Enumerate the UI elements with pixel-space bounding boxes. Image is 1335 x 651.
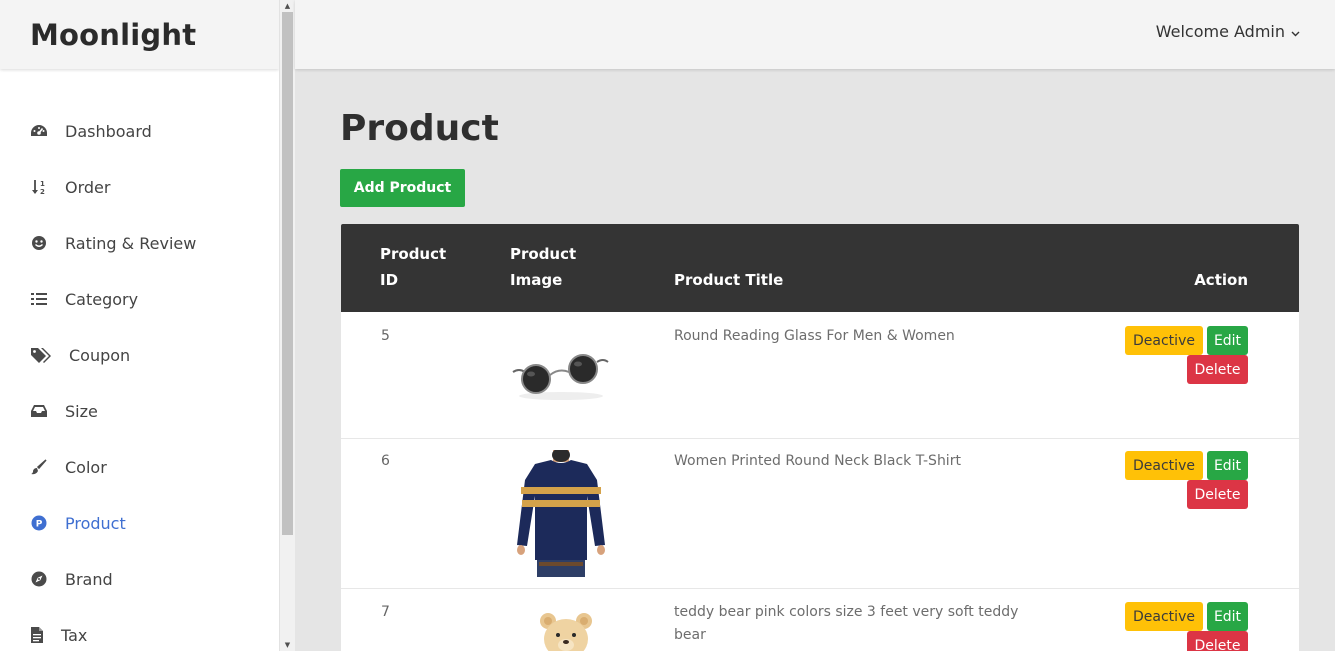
sidebar-item-size[interactable]: Size [0,383,279,439]
sidebar-item-brand[interactable]: Brand [0,551,279,607]
sidebar-item-label: Order [65,177,111,197]
sort-icon: 12 [30,178,48,196]
deactivate-button[interactable]: Deactive [1125,451,1203,480]
edit-button[interactable]: Edit [1207,451,1248,480]
product-image-teddy-bear[interactable] [534,611,598,651]
welcome-text: Welcome Admin [1155,22,1285,41]
tags-icon [30,346,52,364]
scrollbar-thumb[interactable] [282,12,293,535]
list-icon [30,290,48,308]
column-header-product-id: Product ID [380,241,446,293]
chevron-down-icon [1291,22,1300,41]
scroll-up-arrow-icon[interactable]: ▲ [280,0,295,12]
product-title: teddy bear pink colors size 3 feet very … [674,604,1019,643]
sidebar-item-label: Coupon [69,345,131,365]
product-id: 5 [381,328,390,344]
table-row: 5 Round Reading Glass For Men & Women De… [341,313,1299,439]
sidebar-item-product[interactable]: P Product [0,495,279,551]
product-title: Round Reading Glass For Men & Women [674,328,955,344]
scroll-down-arrow-icon[interactable]: ▼ [280,639,295,651]
sidebar-item-label: Product [65,513,126,533]
add-product-button[interactable]: Add Product [340,169,465,207]
delete-button[interactable]: Delete [1187,631,1248,651]
sidebar-item-coupon[interactable]: Coupon [0,327,279,383]
table-row: 6 Women Printed Round Neck Black T-Shirt… [341,438,1299,589]
brush-icon [30,458,48,476]
sidebar-item-category[interactable]: Category [0,271,279,327]
product-id: 6 [381,453,390,469]
column-header-product-image: Product Image [510,241,576,293]
user-menu-dropdown[interactable]: Welcome Admin [1156,22,1300,41]
table-header: Product ID Product Image Product Title A… [341,224,1299,312]
sidebar-item-label: Color [65,457,107,477]
sidebar-item-rating-review[interactable]: Rating & Review [0,215,279,271]
product-id: 7 [381,604,390,620]
sidebar-item-dashboard[interactable]: Dashboard [0,103,279,159]
product-image-tshirt[interactable] [513,448,609,581]
product-title: Women Printed Round Neck Black T-Shirt [674,453,961,469]
sidebar-nav: Dashboard 12 Order Rating & Review Categ… [0,69,279,651]
sidebar-item-color[interactable]: Color [0,439,279,495]
inbox-icon [30,402,48,420]
edit-button[interactable]: Edit [1207,326,1248,355]
table-row: 7 teddy bear pink colors size 3 feet ver… [341,589,1299,651]
sidebar-item-label: Rating & Review [65,233,197,253]
sidebar-item-tax[interactable]: Tax [0,607,279,651]
svg-text:2: 2 [40,188,45,195]
edit-button[interactable]: Edit [1207,602,1248,631]
sidebar-item-label: Size [65,401,98,421]
svg-text:P: P [36,520,43,530]
top-header: Welcome Admin [295,0,1335,69]
column-header-text: Image [510,271,563,289]
delete-button[interactable]: Delete [1187,480,1248,509]
column-header-action: Action [1194,271,1248,289]
product-table: Product ID Product Image Product Title A… [341,224,1299,651]
delete-button[interactable]: Delete [1187,355,1248,384]
deactivate-button[interactable]: Deactive [1125,602,1203,631]
brand-logo-text[interactable]: Moonlight [30,18,196,52]
file-icon [30,626,44,644]
sidebar-item-order[interactable]: 12 Order [0,159,279,215]
column-header-product-title: Product Title [674,271,784,289]
deactivate-button[interactable]: Deactive [1125,326,1203,355]
sidebar-scrollbar[interactable]: ▲ ▼ [279,0,295,651]
column-header-text: Product [380,245,447,263]
compass-icon [30,570,48,588]
product-icon: P [30,514,48,532]
svg-text:1: 1 [40,180,45,188]
page-title: Product [340,108,499,149]
sidebar: Moonlight Dashboard 12 Order Rating & Re… [0,0,279,651]
sidebar-item-label: Dashboard [65,121,152,141]
column-header-text: Product [510,245,577,263]
sidebar-item-label: Tax [61,625,88,645]
product-image-sunglasses[interactable] [511,348,611,407]
column-header-text: ID [380,271,399,289]
brand-header: Moonlight [0,0,279,69]
sidebar-item-label: Brand [65,569,113,589]
smile-icon [30,234,48,252]
sidebar-item-label: Category [65,289,139,309]
dashboard-icon [30,122,48,140]
